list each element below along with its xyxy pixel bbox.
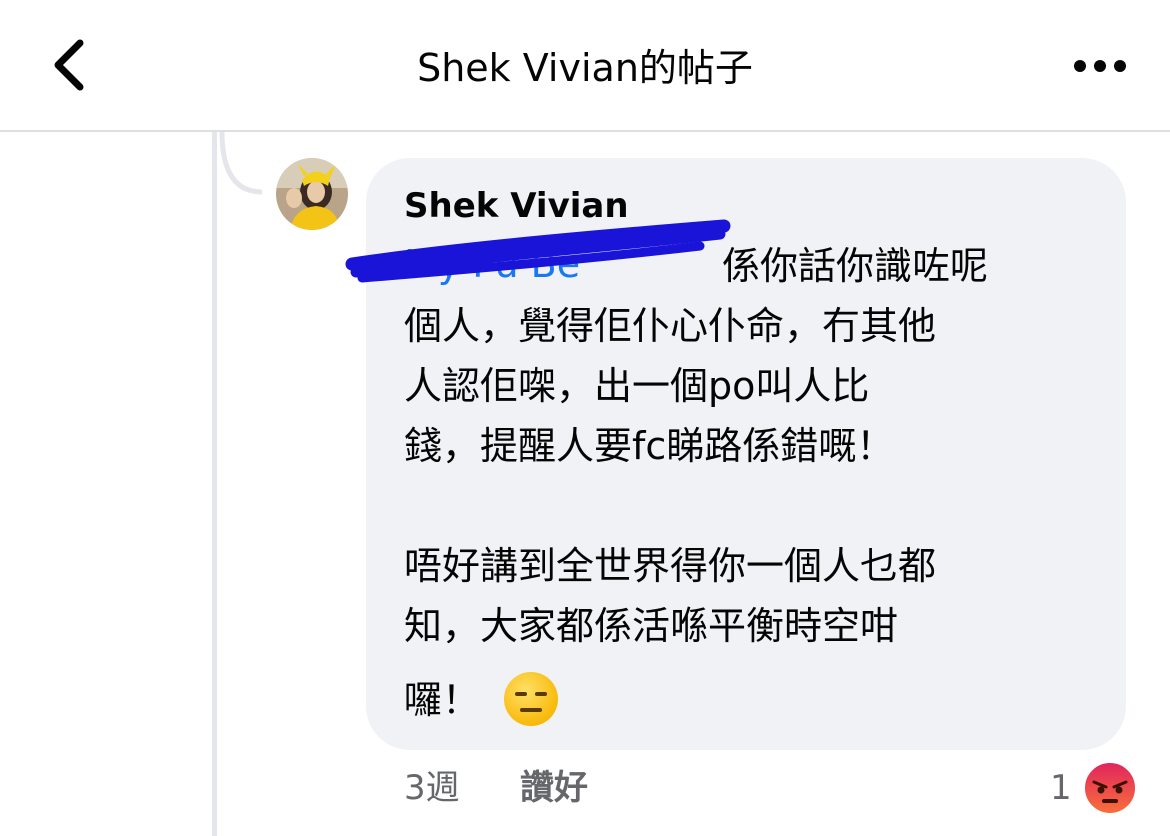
mention-link[interactable]: Ivy Pu Be xyxy=(404,242,580,286)
comment-text-line: 錢，提醒人要fc睇路係錯嘅！ xyxy=(404,424,895,468)
top-navigation-bar: Shek Vivian的帖子 xyxy=(0,0,1170,132)
more-options-button[interactable] xyxy=(1060,44,1140,88)
comment-text-line: 知，大家都係活喺平衡時空咁 xyxy=(404,604,899,648)
thread-line xyxy=(212,132,217,836)
comment-text-line: 係你話你識咗呢 xyxy=(722,244,989,288)
avatar[interactable] xyxy=(276,158,348,230)
comment-author[interactable]: Shek Vivian xyxy=(404,186,629,226)
comment-text-line: 囉！ xyxy=(404,678,481,722)
angry-reaction-icon[interactable] xyxy=(1082,760,1138,816)
expressionless-face-emoji xyxy=(504,672,558,726)
comment-page: Shek Vivian的帖子 Shek Vivian Ivy Pu Be 係你話… xyxy=(0,0,1170,836)
chevron-left-icon xyxy=(54,39,84,91)
more-horizontal-icon xyxy=(1074,60,1126,72)
comment-timestamp: 3週 xyxy=(404,768,460,808)
page-title: Shek Vivian的帖子 xyxy=(417,46,753,90)
comment-text-line: 唔好講到全世界得你一個人乜都 xyxy=(404,544,937,588)
avatar-image xyxy=(276,158,348,230)
reply-connector xyxy=(219,132,263,195)
comment-text-line: 人認佢㗎，出一個po叫人比 xyxy=(404,364,870,408)
reaction-count[interactable]: 1 xyxy=(1050,766,1072,810)
comment-text-line: 個人，覺得佢仆心仆命，冇其他 xyxy=(404,304,937,348)
back-button[interactable] xyxy=(40,30,100,100)
like-button[interactable]: 讚好 xyxy=(520,766,588,810)
